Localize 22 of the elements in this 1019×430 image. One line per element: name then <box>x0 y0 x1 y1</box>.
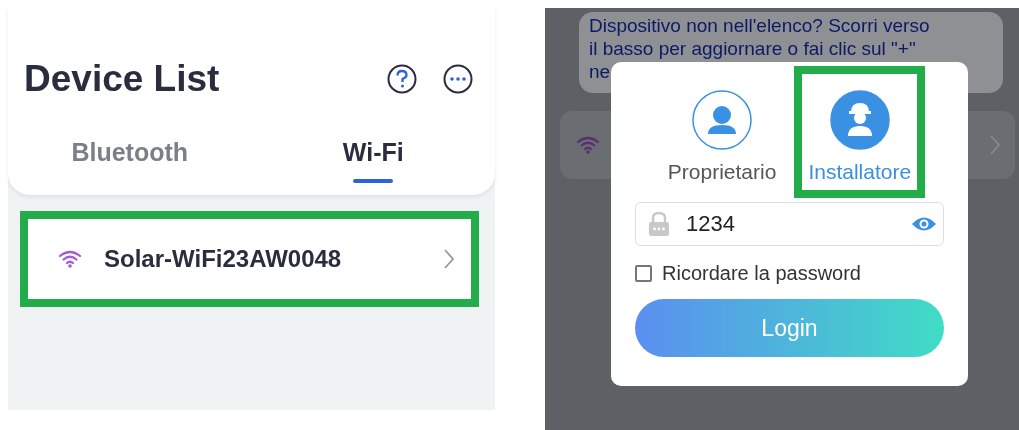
wifi-icon <box>58 250 82 268</box>
checkbox[interactable] <box>635 265 652 282</box>
remember-password-label: Ricordare la password <box>662 262 861 285</box>
help-icon[interactable] <box>387 64 417 94</box>
chevron-right-icon <box>989 134 1001 156</box>
person-avatar-icon <box>692 90 753 150</box>
tab[interactable]: Bluetooth <box>8 138 252 195</box>
tab[interactable]: Wi-Fi <box>251 138 495 195</box>
password-input[interactable]: 1234 <box>684 210 897 238</box>
lock-icon <box>648 211 670 237</box>
device-row[interactable]: Solar-WiFi23AW0048 <box>20 211 479 307</box>
chevron-right-icon <box>443 248 455 270</box>
more-icon[interactable] <box>443 64 473 94</box>
password-field[interactable]: 1234 <box>635 202 944 246</box>
page-title: Device List <box>24 58 221 100</box>
hint-text: il basso per aggiornare o fai clic sul "+" <box>589 37 916 60</box>
role-option[interactable]: Proprietario <box>653 66 791 198</box>
eye-icon[interactable] <box>911 215 937 233</box>
hint-text: ne <box>589 60 611 83</box>
hint-text: Dispositivo non nell'elenco? Scorri verso <box>589 14 930 37</box>
worker-avatar-icon <box>829 90 890 150</box>
wifi-icon <box>576 136 600 154</box>
